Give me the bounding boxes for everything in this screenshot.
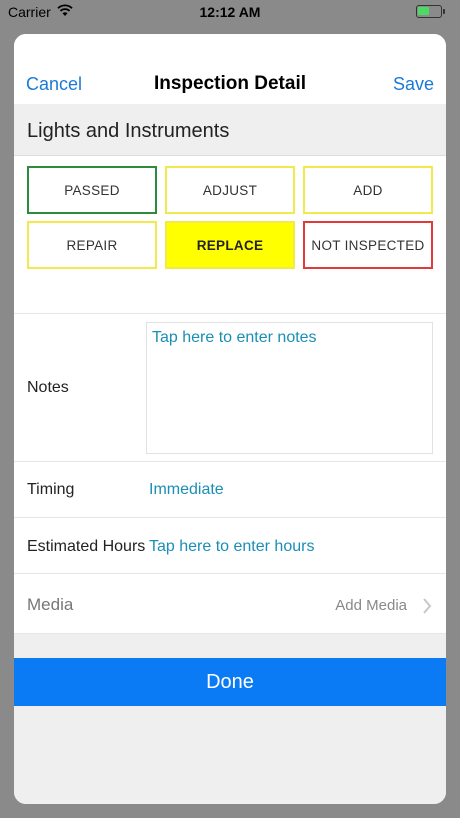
adjust-button[interactable]: ADJUST: [165, 166, 295, 214]
estimated-hours-row[interactable]: Estimated Hours Tap here to enter hours: [14, 518, 446, 574]
navigation-bar: Cancel Inspection Detail Save: [14, 34, 446, 104]
status-bar: Carrier 12:12 AM: [0, 0, 460, 26]
inspection-detail-sheet: Cancel Inspection Detail Save Lights and…: [14, 34, 446, 804]
media-label: Media: [27, 595, 74, 614]
spacer: [14, 634, 446, 658]
battery-icon: [416, 5, 445, 18]
replace-button[interactable]: REPLACE: [165, 221, 295, 269]
section-title: Lights and Instruments: [27, 120, 230, 142]
status-time: 12:12 AM: [199, 4, 261, 20]
estimated-hours-input[interactable]: Tap here to enter hours: [149, 538, 314, 556]
notes-row: Notes Tap here to enter notes: [14, 314, 446, 462]
not-inspected-button[interactable]: NOT INSPECTED: [303, 221, 433, 269]
battery-level: [418, 7, 429, 15]
add-media-button[interactable]: Add Media: [335, 597, 407, 614]
media-row[interactable]: Media Add Media: [14, 574, 446, 634]
timing-label: Timing: [27, 481, 75, 498]
timing-row[interactable]: Timing Immediate: [14, 462, 446, 518]
repair-button[interactable]: REPAIR: [27, 221, 157, 269]
save-button[interactable]: Save: [393, 74, 434, 95]
estimated-hours-label: Estimated Hours: [27, 538, 146, 555]
add-button[interactable]: ADD: [303, 166, 433, 214]
notes-label: Notes: [27, 379, 69, 396]
passed-button[interactable]: PASSED: [27, 166, 157, 214]
page-title: Inspection Detail: [153, 73, 307, 94]
timing-value[interactable]: Immediate: [149, 481, 224, 499]
status-options: PASSED ADJUST ADD REPAIR REPLACE NOT INS…: [14, 156, 446, 314]
notes-input[interactable]: Tap here to enter notes: [146, 322, 433, 454]
chevron-right-icon: [423, 598, 432, 614]
notes-placeholder: Tap here to enter notes: [152, 329, 317, 346]
done-button[interactable]: Done: [14, 658, 446, 706]
sheet-footer: [14, 706, 446, 804]
